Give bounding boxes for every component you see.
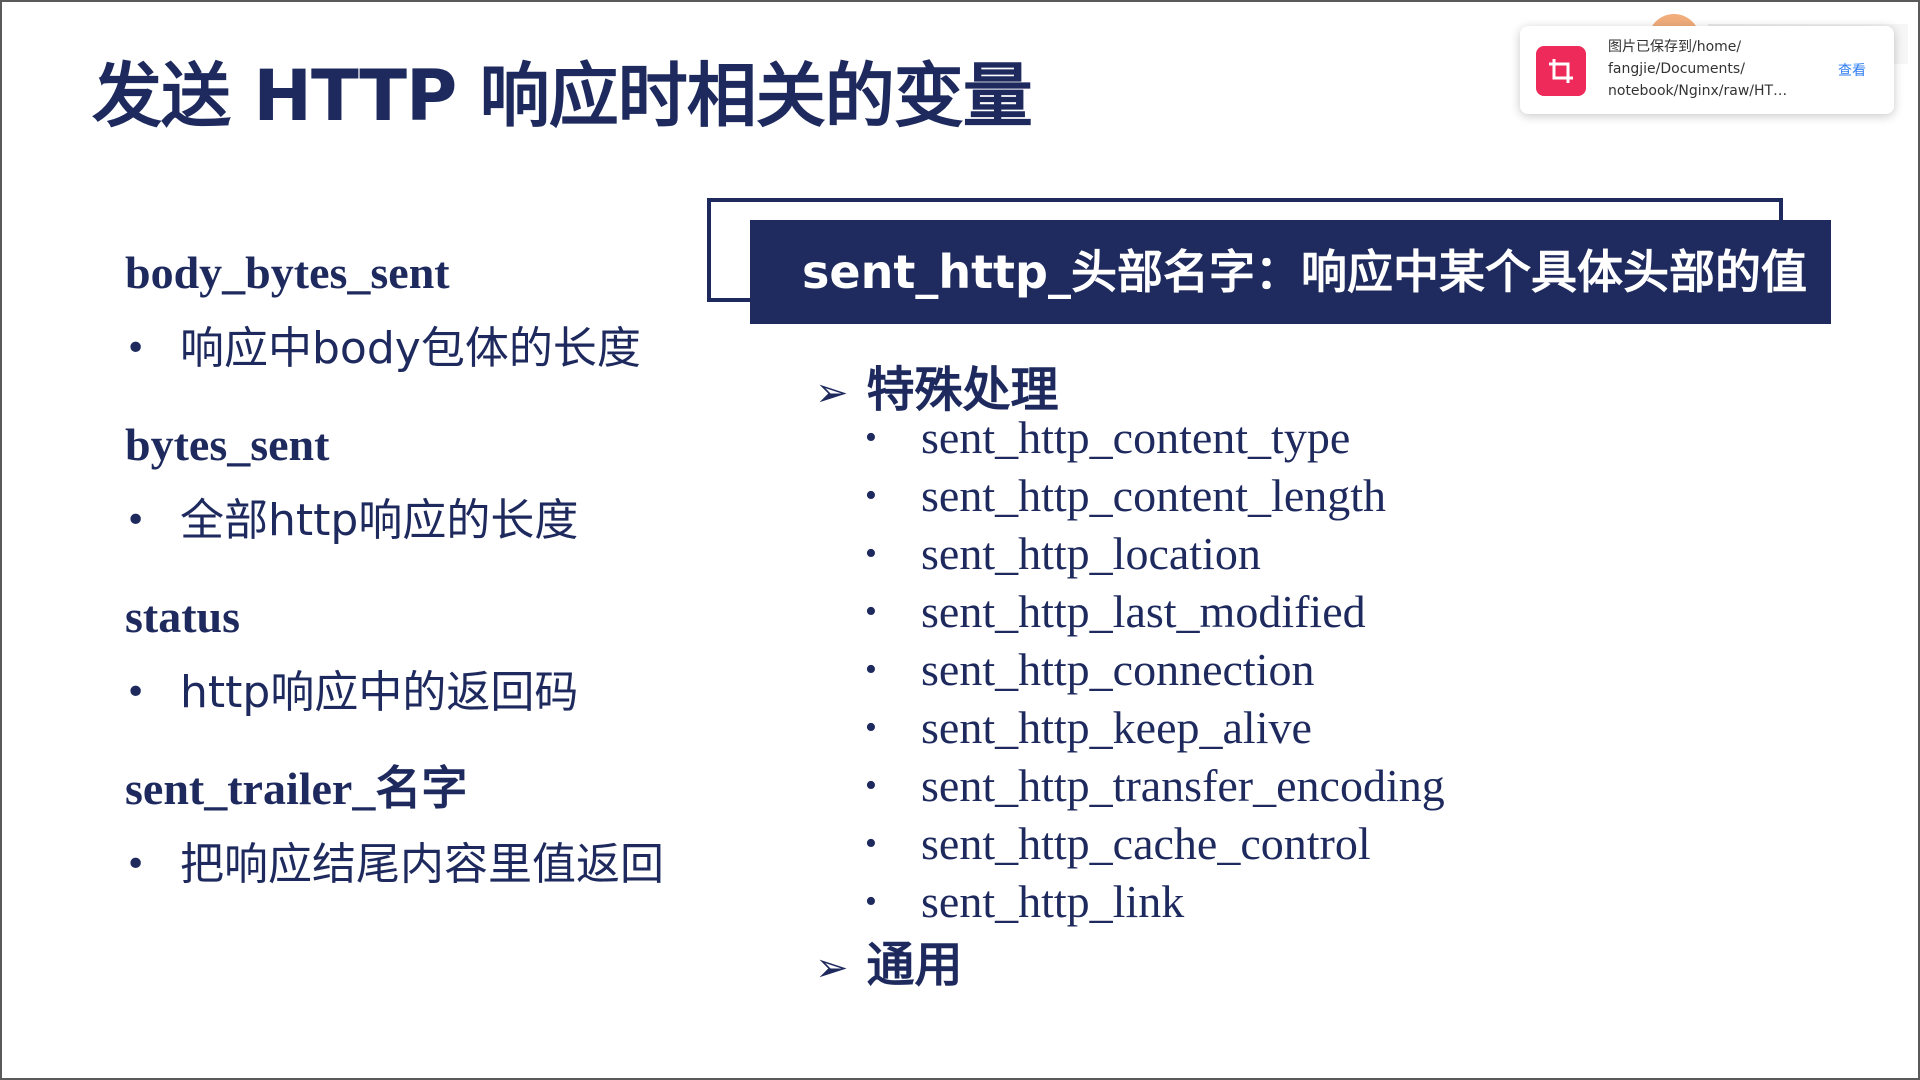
- desc-text: http响应中的返回码: [180, 667, 579, 718]
- bullet: •: [125, 500, 147, 541]
- list-item-text: sent_http_connection: [921, 644, 1315, 695]
- list-item: • sent_http_connection: [865, 642, 1445, 700]
- list-item-text: sent_http_location: [921, 528, 1261, 579]
- term-bytes-sent: bytes_sent: [125, 419, 330, 470]
- bullet: •: [865, 593, 877, 630]
- bullet: •: [865, 825, 877, 862]
- desc-text: 响应中body包体的长度: [180, 323, 641, 374]
- list-item: • sent_http_last_modified: [865, 584, 1445, 642]
- bullet: •: [125, 672, 147, 713]
- arrow-bullet-icon: ➢: [815, 370, 849, 416]
- list-item-text: sent_http_keep_alive: [921, 702, 1312, 753]
- term-sent-trailer: sent_trailer_名字: [125, 763, 468, 814]
- list-item-text: sent_http_transfer_encoding: [921, 760, 1445, 811]
- list-item: • sent_http_transfer_encoding: [865, 758, 1445, 816]
- list-item-text: sent_http_content_length: [921, 470, 1387, 521]
- bullet: •: [125, 328, 147, 369]
- term-body-bytes-sent: body_bytes_sent: [125, 247, 450, 298]
- desc-bytes-sent: • 全部http响应的长度: [125, 498, 745, 584]
- left-column: body_bytes_sent • 响应中body包体的长度 bytes_sen…: [125, 240, 745, 928]
- list-item: • sent_http_cache_control: [865, 816, 1445, 874]
- bullet: •: [865, 767, 877, 804]
- term-status: status: [125, 591, 241, 642]
- notification-message: 图片已保存到/home/ fangjie/Documents/ notebook…: [1608, 36, 1808, 102]
- list-item: • sent_http_keep_alive: [865, 700, 1445, 758]
- notification-line: 图片已保存到/home/: [1608, 39, 1742, 55]
- bullet: •: [865, 709, 877, 746]
- desc-text: 把响应结尾内容里值返回: [180, 839, 664, 890]
- notification-line: notebook/Nginx/raw/HT…: [1608, 83, 1788, 99]
- list-item: • sent_http_content_type: [865, 410, 1445, 468]
- desc-sent-trailer: • 把响应结尾内容里值返回: [125, 842, 745, 928]
- general-heading-text: 通用: [866, 937, 963, 993]
- notification-line: fangjie/Documents/: [1608, 61, 1745, 77]
- bullet: •: [865, 883, 877, 920]
- desc-body-bytes-sent: • 响应中body包体的长度: [125, 326, 745, 412]
- list-item-text: sent_http_link: [921, 876, 1185, 927]
- desc-status: • http响应中的返回码: [125, 670, 745, 756]
- list-item: • sent_http_link: [865, 874, 1445, 932]
- view-button[interactable]: 查看: [1838, 60, 1866, 80]
- list-item: • sent_http_location: [865, 526, 1445, 584]
- bullet: •: [125, 844, 147, 885]
- special-list: • sent_http_content_type • sent_http_conte…: [865, 410, 1445, 932]
- banner: sent_http_头部名字：响应中某个具体头部的值: [750, 220, 1831, 324]
- bullet: •: [865, 535, 877, 572]
- list-item-text: sent_http_content_type: [921, 412, 1351, 463]
- arrow-bullet-icon: ➢: [815, 945, 849, 991]
- bullet: •: [865, 651, 877, 688]
- bullet: •: [865, 419, 877, 456]
- crop-icon: [1536, 46, 1586, 96]
- save-notification[interactable]: 图片已保存到/home/ fangjie/Documents/ notebook…: [1520, 26, 1894, 114]
- bullet: •: [865, 477, 877, 514]
- list-item-text: sent_http_cache_control: [921, 818, 1371, 869]
- general-heading: ➢ 通用: [815, 925, 963, 995]
- list-item-text: sent_http_last_modified: [921, 586, 1366, 637]
- slide-title: 发送 HTTP 响应时相关的变量: [92, 55, 1033, 137]
- list-item: • sent_http_content_length: [865, 468, 1445, 526]
- desc-text: 全部http响应的长度: [180, 495, 579, 546]
